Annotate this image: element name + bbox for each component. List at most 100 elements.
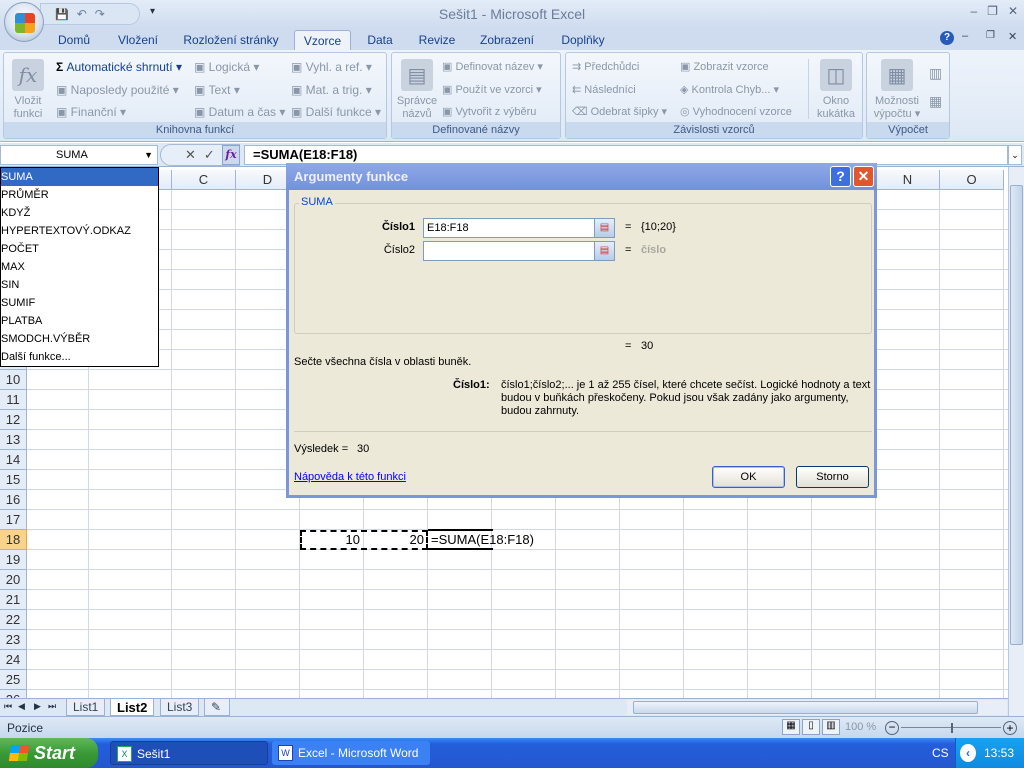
arg1-input[interactable]: E18:F18 xyxy=(423,218,614,238)
arg2-input[interactable] xyxy=(423,241,614,261)
close-button[interactable]: ✕ xyxy=(853,166,874,187)
row-header[interactable]: 12 xyxy=(0,410,27,430)
zoom-in-icon[interactable]: + xyxy=(1003,721,1017,735)
tab-revize[interactable]: Revize xyxy=(414,30,460,50)
row-header[interactable]: 26 xyxy=(0,690,27,698)
help-icon[interactable]: ? xyxy=(940,31,954,45)
dropdown-item[interactable]: SIN xyxy=(1,276,158,294)
sheet-tab-list3[interactable]: List3 xyxy=(160,699,200,716)
dropdown-item[interactable]: MAX xyxy=(1,258,158,276)
tab-vzorce[interactable]: Vzorce xyxy=(294,30,351,50)
office-button[interactable] xyxy=(4,2,44,42)
more-functions-button[interactable]: ▣ Další funkce ▾ xyxy=(291,105,381,119)
row-header[interactable]: 20 xyxy=(0,570,27,590)
zoom-out-icon[interactable]: − xyxy=(885,721,899,735)
name-manager-button[interactable]: ▤ Správce názvů xyxy=(394,59,440,121)
calc-sheet-icon[interactable]: ▦ xyxy=(929,93,942,110)
sheet-tab-list2[interactable]: List2 xyxy=(110,699,155,716)
row-header[interactable]: 16 xyxy=(0,490,27,510)
dropdown-item[interactable]: KDYŽ xyxy=(1,204,158,222)
horizontal-scrollbar[interactable] xyxy=(627,700,1007,715)
row-header[interactable]: 19 xyxy=(0,550,27,570)
row-header[interactable]: 10 xyxy=(0,370,27,390)
ribbon-close-button[interactable]: ✕ xyxy=(1008,30,1017,43)
restore-button[interactable]: ❐ xyxy=(987,4,998,18)
expand-formula-bar-icon[interactable]: ⌄ xyxy=(1008,145,1022,165)
row-header[interactable]: 14 xyxy=(0,450,27,470)
row-header[interactable]: 25 xyxy=(0,670,27,690)
help-link[interactable]: Nápověda k této funkci xyxy=(294,471,406,483)
trace-precedents-button[interactable]: ⇉ Předchůdci xyxy=(572,60,639,73)
text-button[interactable]: ▣ Text ▾ xyxy=(194,83,240,97)
ribbon-minimize-button[interactable]: – xyxy=(962,30,968,42)
column-header[interactable]: C xyxy=(172,170,236,190)
first-sheet-icon[interactable]: ⏮ xyxy=(4,701,12,712)
tab-doplnky[interactable]: Doplňky xyxy=(554,30,612,50)
insert-sheet-icon[interactable]: ✎ xyxy=(204,699,230,716)
row-header[interactable]: 15 xyxy=(0,470,27,490)
close-button[interactable]: ✕ xyxy=(1008,4,1018,18)
dropdown-item[interactable]: HYPERTEXTOVÝ.ODKAZ xyxy=(1,222,158,240)
start-button[interactable]: Start xyxy=(0,738,98,768)
tab-zobrazeni[interactable]: Zobrazení xyxy=(474,30,540,50)
dropdown-item[interactable]: SMODCH.VÝBĚR xyxy=(1,330,158,348)
error-checking-button[interactable]: ◈ Kontrola Chyb... ▾ xyxy=(680,83,779,96)
ribbon-restore-button[interactable]: ❐ xyxy=(986,30,995,41)
dropdown-item[interactable]: SUMIF xyxy=(1,294,158,312)
datetime-button[interactable]: ▣ Datum a čas ▾ xyxy=(194,105,285,119)
dropdown-item[interactable]: PRŮMĚR xyxy=(1,186,158,204)
ok-button[interactable]: OK xyxy=(712,466,785,488)
chevron-down-icon[interactable]: ▼ xyxy=(144,146,153,164)
zoom-slider[interactable]: − + xyxy=(885,720,1020,736)
column-header[interactable]: O xyxy=(940,170,1004,190)
tab-data[interactable]: Data xyxy=(360,30,400,50)
help-button[interactable]: ? xyxy=(830,166,851,187)
dropdown-item[interactable]: SUMA xyxy=(1,168,158,186)
save-icon[interactable]: 💾 xyxy=(55,8,69,21)
redo-icon[interactable]: ↷ xyxy=(95,7,105,21)
vertical-scrollbar[interactable] xyxy=(1008,167,1024,716)
cancel-icon[interactable]: ✕ xyxy=(185,147,196,163)
calc-options-button[interactable]: ▦ Možnosti výpočtu ▾ xyxy=(869,59,925,121)
dropdown-item[interactable]: PLATBA xyxy=(1,312,158,330)
cancel-button[interactable]: Storno xyxy=(796,466,869,488)
trace-dependents-button[interactable]: ⇇ Následníci xyxy=(572,83,636,96)
zoom-level[interactable]: 100 % xyxy=(845,721,876,733)
prev-sheet-icon[interactable]: ◀ xyxy=(18,701,25,712)
tab-vlozeni[interactable]: Vložení xyxy=(108,30,168,50)
insert-function-icon[interactable]: fx xyxy=(222,145,240,165)
taskbar-item-sesit1[interactable]: X Sešit1 xyxy=(110,741,268,765)
language-indicator[interactable]: CS xyxy=(932,746,949,760)
show-formulas-button[interactable]: ▣ Zobrazit vzorce xyxy=(680,60,769,73)
sheet-tab-list1[interactable]: List1 xyxy=(66,699,106,716)
name-box[interactable]: SUMA ▼ xyxy=(0,145,158,165)
define-name-button[interactable]: ▣ Definovat název ▾ xyxy=(442,60,543,73)
undo-icon[interactable]: ↶ xyxy=(77,7,87,21)
formula-input[interactable]: =SUMA(E18:F18) xyxy=(244,145,1008,165)
calc-now-icon[interactable]: ▥ xyxy=(929,65,942,82)
row-header[interactable]: 18 xyxy=(0,530,27,550)
watch-window-button[interactable]: ◫ Okno kukátka xyxy=(812,59,860,121)
collapse-dialog-icon[interactable]: ▤ xyxy=(594,218,615,238)
evaluate-formula-button[interactable]: ◎ Vyhodnocení vzorce xyxy=(680,105,792,118)
row-header[interactable]: 24 xyxy=(0,650,27,670)
autosum-button[interactable]: Σ Automatické shrnutí ▾ xyxy=(56,60,182,74)
row-header[interactable]: 23 xyxy=(0,630,27,650)
normal-view-icon[interactable]: ▦ xyxy=(782,719,800,735)
scroll-thumb[interactable] xyxy=(1010,185,1023,645)
insert-function-button[interactable]: fx Vložit funkci xyxy=(8,59,48,121)
row-header[interactable]: 21 xyxy=(0,590,27,610)
taskbar-item-word[interactable]: W Excel - Microsoft Word xyxy=(272,741,430,765)
row-header[interactable]: 13 xyxy=(0,430,27,450)
logical-button[interactable]: ▣ Logická ▾ xyxy=(194,60,259,74)
tab-rozlozeni[interactable]: Rozložení stránky xyxy=(178,30,284,50)
dropdown-item[interactable]: Další funkce... xyxy=(1,348,158,366)
collapse-dialog-icon[interactable]: ▤ xyxy=(594,241,615,261)
row-header[interactable]: 22 xyxy=(0,610,27,630)
customize-qat-icon[interactable]: ▾ xyxy=(150,6,155,17)
use-in-formula-button[interactable]: ▣ Použít ve vzorci ▾ xyxy=(442,83,542,96)
lookup-button[interactable]: ▣ Vyhl. a ref. ▾ xyxy=(291,60,372,74)
financial-button[interactable]: ▣ Finanční ▾ xyxy=(56,105,126,119)
zoom-slider-handle[interactable] xyxy=(951,723,953,733)
row-header[interactable]: 11 xyxy=(0,390,27,410)
